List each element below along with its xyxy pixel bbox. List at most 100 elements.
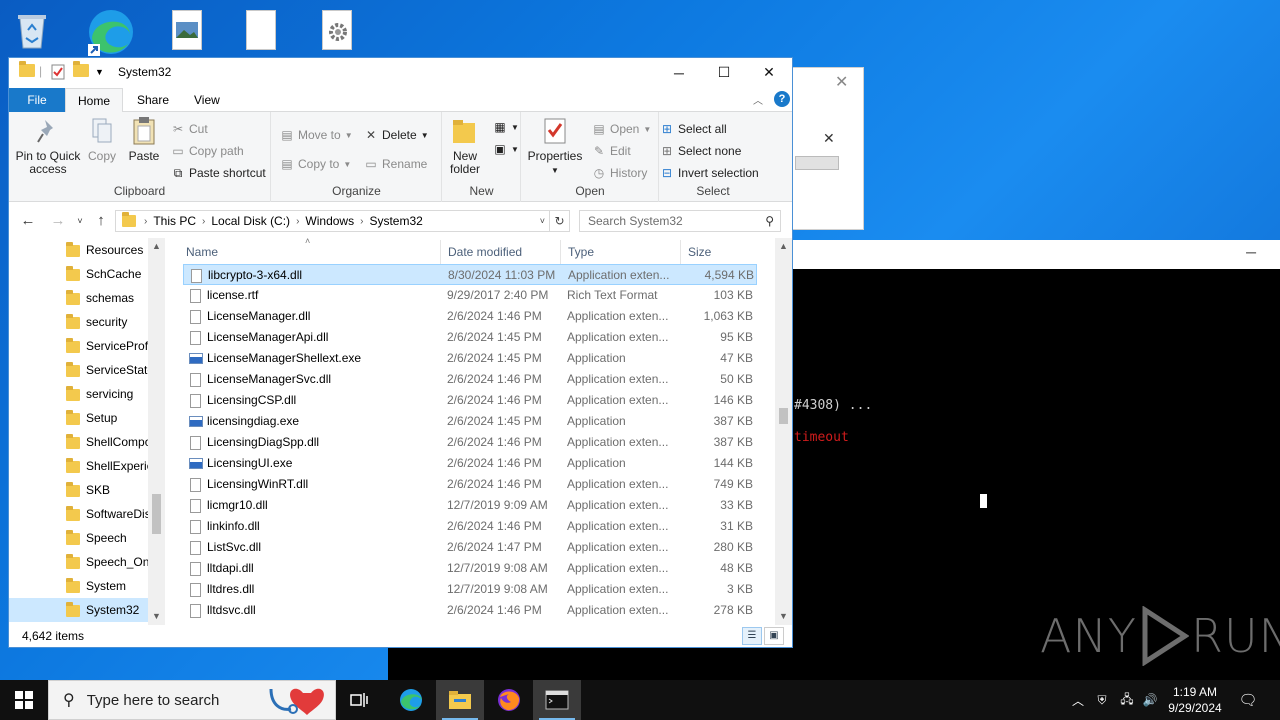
file-row[interactable]: LicenseManagerApi.dll 2/6/2024 1:45 PM App… [183, 327, 757, 348]
breadcrumb-local-disk[interactable]: Local Disk (C:) [211, 214, 290, 228]
volume-icon[interactable]: 🔊 [1140, 680, 1160, 720]
details-view-icon[interactable]: ☰ [742, 627, 762, 645]
task-view-icon[interactable] [336, 680, 384, 720]
edge-taskbar-icon[interactable] [387, 680, 435, 720]
dialog-button[interactable] [795, 156, 839, 170]
tab-home[interactable]: Home [65, 88, 123, 113]
settings-file-icon[interactable] [310, 8, 360, 54]
forward-button[interactable]: → [48, 211, 68, 231]
cut-button[interactable]: ✂ Cut [171, 120, 208, 138]
close-button[interactable]: ✕ [746, 58, 792, 87]
file-row[interactable]: LicensingWinRT.dll 2/6/2024 1:46 PM Applic… [183, 474, 757, 495]
back-button[interactable]: ← [18, 211, 38, 231]
file-row[interactable]: lltdsvc.dll 2/6/2024 1:46 PM Application e… [183, 600, 757, 621]
scroll-up-icon[interactable]: ▲ [775, 238, 792, 255]
minimize-icon[interactable]: ─ [1246, 244, 1256, 260]
close-icon[interactable]: ✕ [823, 130, 835, 147]
help-icon[interactable]: ? [774, 91, 790, 107]
file-row[interactable]: libcrypto-3-x64.dll 8/30/2024 11:03 PM App… [183, 264, 757, 285]
nav-item[interactable]: SchCache [9, 262, 149, 286]
file-row[interactable]: lltdapi.dll 12/7/2019 9:08 AM Application … [183, 558, 757, 579]
new-folder-button[interactable]: New folder [445, 116, 485, 176]
large-icons-view-icon[interactable]: ▣ [764, 627, 784, 645]
nav-item[interactable]: SKB [9, 478, 149, 502]
file-row[interactable]: LicensingUI.exe 2/6/2024 1:46 PM Applicati… [183, 453, 757, 474]
properties-button[interactable]: Properties ▼ [526, 116, 584, 177]
file-row[interactable]: lltdres.dll 12/7/2019 9:08 AM Application … [183, 579, 757, 600]
breadcrumb-system32[interactable]: System32 [369, 214, 422, 228]
tab-view[interactable]: View [180, 88, 234, 112]
nav-item[interactable]: ShellExperie [9, 454, 149, 478]
nav-item[interactable]: Speech_One [9, 550, 149, 574]
delete-button[interactable]: ✕ Delete ▼ [364, 126, 429, 144]
notifications-icon[interactable]: 🗨 [1236, 680, 1260, 720]
breadcrumb-windows[interactable]: Windows [305, 214, 354, 228]
rename-button[interactable]: ▭ Rename [364, 155, 427, 173]
pin-quick-access-button[interactable]: Pin to Quick access [15, 116, 81, 176]
copy-path-button[interactable]: ▭ Copy path [171, 142, 243, 160]
scroll-thumb[interactable] [152, 494, 161, 534]
nav-item[interactable]: Setup [9, 406, 149, 430]
paste-button[interactable]: Paste [127, 116, 161, 163]
select-all-button[interactable]: ⊞ Select all [660, 120, 727, 138]
scroll-down-icon[interactable]: ▼ [148, 608, 165, 625]
column-size[interactable]: Size [681, 240, 759, 264]
nav-item[interactable]: SoftwareDis [9, 502, 149, 526]
start-button[interactable] [0, 680, 48, 720]
nav-item[interactable]: Speech [9, 526, 149, 550]
tab-file[interactable]: File [9, 88, 65, 112]
security-icon[interactable]: ⛨ [1092, 680, 1112, 720]
file-row[interactable]: ListSvc.dll 2/6/2024 1:47 PM Application e… [183, 537, 757, 558]
file-row[interactable]: LicenseManagerShellext.exe 2/6/2024 1:45 … [183, 348, 757, 369]
nav-item[interactable]: Resources [9, 238, 149, 262]
clock[interactable]: 1:19 AM 9/29/2024 [1160, 684, 1230, 716]
nav-item[interactable]: security [9, 310, 149, 334]
refresh-button[interactable]: ↻ [550, 210, 570, 232]
recycle-bin-icon[interactable] [10, 8, 60, 54]
file-row[interactable]: LicensingCSP.dll 2/6/2024 1:46 PM Applicat… [183, 390, 757, 411]
scroll-thumb[interactable] [779, 408, 788, 424]
address-bar[interactable]: › This PC › Local Disk (C:) › Windows › … [115, 210, 550, 232]
file-row[interactable]: licensingdiag.exe 2/6/2024 1:45 PM Applica… [183, 411, 757, 432]
taskbar-search-input[interactable]: ⚲ Type here to search [48, 680, 336, 720]
new-item-button[interactable]: ▦ ▼ [493, 118, 519, 136]
select-none-button[interactable]: ⊞ Select none [660, 142, 741, 160]
move-to-button[interactable]: ▤ Move to ▼ [280, 126, 352, 144]
copy-button[interactable]: Copy [85, 116, 119, 163]
edit-button[interactable]: ✎ Edit [592, 142, 631, 160]
nav-scrollbar[interactable]: ▲ ▼ [148, 238, 165, 625]
customize-quick-access-icon[interactable]: ▼ [95, 67, 111, 83]
file-row[interactable]: LicenseManagerSvc.dll 2/6/2024 1:46 PM App… [183, 369, 757, 390]
column-type[interactable]: Type [561, 240, 681, 264]
file-row[interactable]: linkinfo.dll 2/6/2024 1:46 PM Application … [183, 516, 757, 537]
close-icon[interactable]: ✕ [835, 72, 848, 92]
scroll-down-icon[interactable]: ▼ [775, 608, 792, 625]
file-explorer-taskbar-icon[interactable] [436, 680, 484, 720]
easy-access-button[interactable]: ▣ ▼ [493, 140, 519, 158]
nav-item[interactable]: System32 [9, 598, 149, 622]
invert-selection-button[interactable]: ⊟ Invert selection [660, 164, 759, 182]
paste-shortcut-button[interactable]: ⧉ Paste shortcut [171, 164, 266, 182]
scroll-up-icon[interactable]: ▲ [148, 238, 165, 255]
nav-item[interactable]: schemas [9, 286, 149, 310]
chevron-down-icon[interactable]: ˅ [540, 216, 545, 226]
open-button[interactable]: ▤ Open ▼ [592, 120, 651, 138]
file-row[interactable]: LicenseManager.dll 2/6/2024 1:46 PM Applic… [183, 306, 757, 327]
tab-share[interactable]: Share [123, 88, 183, 112]
cmd-taskbar-icon[interactable] [533, 680, 581, 720]
nav-item[interactable]: ServiceState [9, 358, 149, 382]
firefox-taskbar-icon[interactable] [485, 680, 533, 720]
history-button[interactable]: ◷ History [592, 164, 648, 182]
new-folder-quick-icon[interactable] [73, 61, 89, 80]
collapse-ribbon-icon[interactable]: ︿ [753, 92, 763, 107]
minimize-button[interactable]: ─ [656, 58, 702, 87]
maximize-button[interactable]: ☐ [701, 58, 747, 87]
nav-item[interactable]: System [9, 574, 149, 598]
breadcrumb-this-pc[interactable]: This PC [153, 214, 196, 228]
nav-item[interactable]: ServiceProfi [9, 334, 149, 358]
file-list-scrollbar[interactable]: ▲ ▼ [775, 238, 792, 625]
nav-item[interactable]: ShellCompo [9, 430, 149, 454]
network-icon[interactable]: 🖧 [1116, 680, 1138, 720]
image-file-icon[interactable] [160, 8, 210, 54]
edge-icon[interactable] [84, 8, 134, 56]
